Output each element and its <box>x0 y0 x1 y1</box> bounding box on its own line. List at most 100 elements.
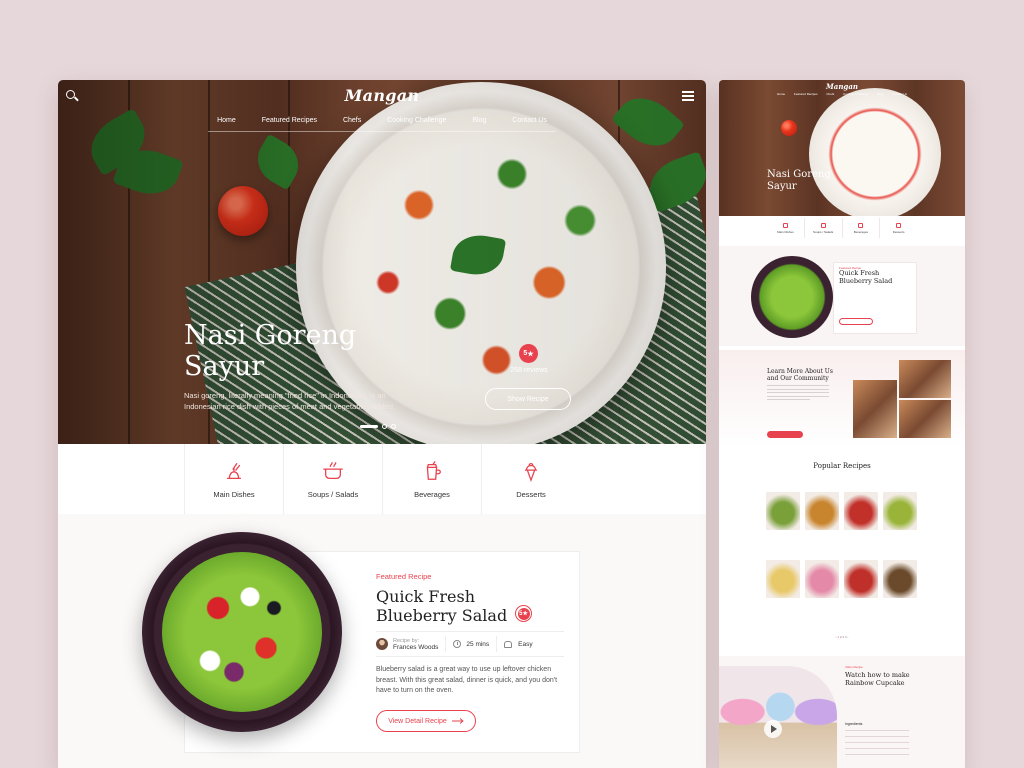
preview-nav-item: Contact Us <box>892 92 907 96</box>
category-label: Main Dishes <box>213 489 255 499</box>
hero-title-line: Nasi Goreng <box>184 320 357 351</box>
featured-title-line: Blueberry Salad <box>376 606 508 625</box>
nav-featured-recipes[interactable]: Featured Recipes <box>262 117 317 124</box>
preview-recipe-tile <box>883 492 917 530</box>
full-page-preview: Mangan Home Featured Recipes Chefs Cooki… <box>719 80 965 768</box>
main-nav: Home Featured Recipes Chefs Cooking Chal… <box>58 117 706 124</box>
category-icon <box>858 222 864 228</box>
featured-rating-value: 5 <box>519 610 523 617</box>
preview-video-line: Rainbow Cupcake <box>845 678 905 687</box>
preview-recipe-tile <box>844 560 878 598</box>
slider-dot[interactable] <box>360 425 378 428</box>
pot-icon <box>323 461 343 479</box>
preview-video-kicker: Video Recipe <box>845 665 863 669</box>
hero-section: Mangan Home Featured Recipes Chefs Cooki… <box>58 80 706 444</box>
category-label: Desserts <box>516 489 546 499</box>
community-photo <box>899 360 951 398</box>
rainbow-cupcake-image <box>719 666 837 768</box>
nav-blog[interactable]: Blog <box>472 117 486 124</box>
preview-ingredients-list <box>845 730 909 760</box>
main-dishes-icon <box>226 462 242 479</box>
preview-recipe-tile <box>766 492 800 530</box>
preview-salad-image <box>751 256 833 338</box>
preview-ingredients-label: Ingredients <box>845 722 863 726</box>
chef-hat-icon <box>504 640 513 648</box>
category-bar: Main Dishes Soups / Salads Beverages Des… <box>184 444 580 514</box>
author-block[interactable]: Recipe by: Frances Woods <box>393 638 438 651</box>
nav-home[interactable]: Home <box>217 117 236 124</box>
top-navigation: Mangan Home Featured Recipes Chefs Cooki… <box>58 80 706 136</box>
preview-hero-line: Nasi Goreng <box>767 169 831 180</box>
preview-pagination: ‹ 1 2 3 4 › <box>835 635 849 639</box>
preview-about-title: Learn More About Us and Our Community <box>767 368 833 382</box>
preview-hero-line: Sayur <box>767 181 797 192</box>
preview-featured-line: Blueberry Salad <box>839 276 893 285</box>
featured-rating: 5 ★ <box>517 607 530 620</box>
category-label: Beverages <box>414 489 450 499</box>
arrow-right-icon <box>451 718 464 724</box>
category-main-dishes[interactable]: Main Dishes <box>184 444 284 514</box>
preview-hero: Mangan Home Featured Recipes Chefs Cooki… <box>719 80 965 216</box>
ice-cream-icon <box>524 462 538 482</box>
preview-nav-item: Chefs <box>826 92 835 96</box>
preview-recipe-grid <box>766 492 918 598</box>
slider-dot[interactable] <box>382 424 387 429</box>
view-detail-recipe-button[interactable]: View Detail Recipe <box>376 710 476 732</box>
preview-nav-item: Home <box>777 92 786 96</box>
nav-cooking-challenge[interactable]: Cooking Challenge <box>387 117 446 124</box>
category-beverages[interactable]: Beverages <box>383 444 482 514</box>
homepage-mockup: Mangan Home Featured Recipes Chefs Cooki… <box>58 80 706 768</box>
hero-title: Nasi Goreng Sayur <box>184 320 356 382</box>
clock-icon <box>453 640 462 648</box>
preview-about-line: Learn More About Us <box>767 368 833 375</box>
preview-category-label: Soups / Salads <box>813 229 834 234</box>
preview-category-label: Main Dishes <box>777 229 794 234</box>
recipe-meta: Recipe by: Frances Woods 25 mins Easy <box>376 631 564 657</box>
slider-dots <box>360 424 396 429</box>
preview-nav: Home Featured Recipes Chefs Cooking Chal… <box>719 92 965 96</box>
featured-rating-badge: 5 ★ <box>515 605 532 622</box>
preview-about-text <box>767 385 829 403</box>
show-recipe-button[interactable]: Show Recipe <box>485 388 571 410</box>
nav-divider <box>208 131 556 132</box>
preview-logo: Mangan <box>826 82 858 91</box>
cherry-tomato <box>781 120 797 136</box>
cup-icon <box>426 460 441 480</box>
preview-categories: Main Dishes Soups / Salads Beverages Des… <box>767 218 917 238</box>
preview-view-recipe-button <box>839 318 873 325</box>
featured-title-line: Quick Fresh <box>376 587 476 606</box>
rating-value: 5 <box>523 350 528 357</box>
author-name: Frances Woods <box>393 643 439 651</box>
preview-recipe-tile <box>883 560 917 598</box>
hero-description: Nasi goreng, literally meaning "fried ri… <box>184 391 395 411</box>
category-soups-salads[interactable]: Soups / Salads <box>284 444 383 514</box>
play-icon <box>764 720 782 738</box>
nav-chefs[interactable]: Chefs <box>343 117 361 124</box>
meta-divider <box>496 636 498 652</box>
preview-popular-title: Popular Recipes <box>813 462 871 470</box>
category-icon <box>896 222 902 228</box>
slider-dot[interactable] <box>391 424 396 429</box>
hamburger-menu-icon[interactable] <box>682 91 694 101</box>
preview-about-line: and Our Community <box>767 375 829 382</box>
preview-category: Main Dishes <box>767 218 805 238</box>
category-label: Soups / Salads <box>307 489 359 499</box>
preview-category: Soups / Salads <box>805 218 843 238</box>
preview-nav-item: Featured Recipes <box>793 92 818 96</box>
hero-title-line: Sayur <box>184 351 265 382</box>
author-avatar <box>376 638 388 650</box>
featured-title[interactable]: Quick Fresh Blueberry Salad <box>376 587 507 625</box>
view-detail-label: View Detail Recipe <box>388 717 447 725</box>
preview-nav-item: Blog <box>877 92 884 96</box>
preview-recipe-tile <box>805 560 839 598</box>
featured-description: Blueberry salad is a great way to use up… <box>376 666 558 694</box>
preview-recipe-tile <box>844 492 878 530</box>
category-desserts[interactable]: Desserts <box>482 444 580 514</box>
preview-about-button <box>767 431 803 438</box>
nav-contact-us[interactable]: Contact Us <box>512 117 547 124</box>
featured-kicker: Featured Recipe <box>376 572 432 581</box>
site-logo[interactable]: Mangan <box>58 86 706 105</box>
blueberry-salad-image <box>162 552 322 712</box>
preview-category-label: Beverages <box>853 229 869 234</box>
community-photo <box>899 400 951 438</box>
